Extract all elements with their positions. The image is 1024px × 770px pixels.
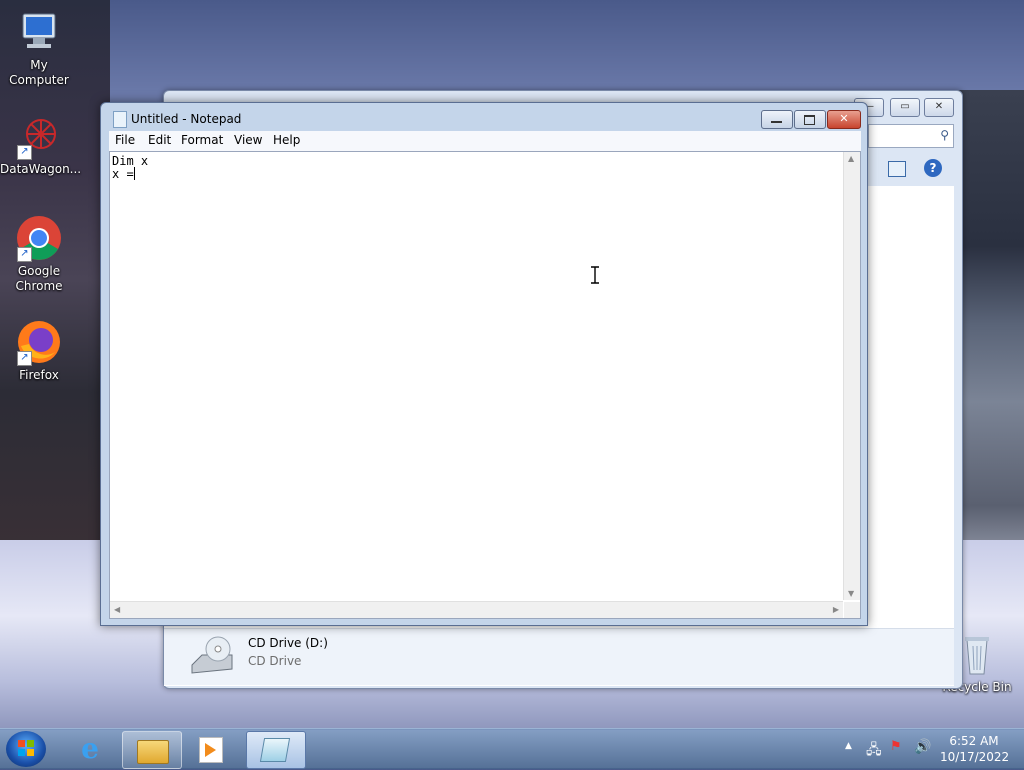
chrome-icon: ↗ — [15, 214, 63, 262]
vertical-scrollbar[interactable]: ▲ ▼ — [843, 152, 860, 600]
scroll-up-arrow-icon[interactable]: ▲ — [848, 154, 854, 163]
taskbar-notepad[interactable] — [246, 731, 306, 769]
folder-icon — [137, 740, 169, 764]
action-center-icon[interactable]: ⚑ — [890, 739, 902, 754]
desktop-icon-google-chrome[interactable]: ↗ Google Chrome — [0, 214, 78, 294]
close-icon: ✕ — [839, 112, 849, 125]
cd-drive-item[interactable]: CD Drive (D:) CD Drive — [164, 628, 954, 685]
preview-pane-icon[interactable] — [888, 161, 906, 177]
minimize-button[interactable] — [761, 110, 793, 129]
datawagon-icon: ↗ — [15, 112, 63, 160]
desktop-icon-label: Firefox — [19, 368, 59, 382]
notepad-window[interactable]: Untitled - Notepad ✕ File Edit Format Vi… — [100, 102, 868, 626]
taskbar-internet-explorer[interactable]: e — [62, 731, 120, 767]
start-button[interactable] — [6, 731, 46, 767]
menu-view[interactable]: View — [234, 133, 262, 147]
horizontal-scrollbar[interactable]: ◀ ▶ — [110, 601, 843, 618]
notepad-icon — [113, 111, 127, 128]
taskbar: e ▲ 🖧 ⚑ 🔊 6:52 AM 10/17/2022 — [0, 728, 1024, 769]
search-input[interactable]: ⚲ — [868, 124, 954, 148]
notepad-taskbar-icon — [259, 738, 291, 762]
scroll-down-arrow-icon[interactable]: ▼ — [848, 589, 854, 598]
desktop-icon-label: My Computer — [9, 58, 69, 87]
clock-time: 6:52 AM — [949, 734, 999, 748]
network-icon[interactable]: 🖧 — [866, 739, 882, 763]
desktop-icon-my-computer[interactable]: My Computer — [0, 8, 78, 88]
editor-line-with-caret: x = — [112, 167, 135, 181]
scroll-left-arrow-icon[interactable]: ◀ — [114, 605, 120, 614]
size-grip[interactable] — [844, 602, 860, 618]
close-button[interactable]: ✕ — [827, 110, 861, 129]
ibeam-cursor-icon — [590, 266, 600, 284]
editor-line: Dim x — [112, 154, 149, 168]
volume-icon[interactable]: 🔊 — [914, 739, 931, 755]
media-player-icon — [199, 737, 223, 763]
taskbar-media-player[interactable] — [182, 731, 240, 767]
firefox-icon: ↗ — [15, 318, 63, 366]
cd-drive-type: CD Drive — [248, 654, 302, 668]
text-caret — [133, 167, 135, 180]
show-hidden-icons-icon[interactable]: ▲ — [845, 741, 852, 751]
menu-bar: File Edit Format View Help — [109, 131, 861, 151]
shortcut-arrow-icon: ↗ — [17, 145, 32, 160]
cd-drive-name: CD Drive (D:) — [248, 636, 328, 650]
menu-format[interactable]: Format — [181, 133, 223, 147]
scroll-right-arrow-icon[interactable]: ▶ — [833, 605, 839, 614]
menu-edit[interactable]: Edit — [148, 133, 171, 147]
shortcut-arrow-icon: ↗ — [17, 247, 32, 262]
desktop-icon-datawagon[interactable]: ↗ DataWagon... — [0, 112, 82, 177]
menu-file[interactable]: File — [115, 133, 135, 147]
text-editor[interactable]: Dim x x = ▲ ▼ ◀ ▶ — [109, 151, 861, 619]
computer-icon — [15, 8, 63, 56]
maximize-button[interactable]: ▭ — [890, 98, 920, 117]
desktop-icon-label: Google Chrome — [15, 264, 63, 293]
help-icon[interactable]: ? — [924, 159, 942, 177]
close-button[interactable]: ✕ — [924, 98, 954, 117]
window-title: Untitled - Notepad — [131, 112, 242, 126]
editor-line: x = — [112, 167, 134, 181]
clock[interactable]: 6:52 AM 10/17/2022 — [940, 733, 1010, 765]
desktop-icon-firefox[interactable]: ↗ Firefox — [0, 318, 78, 383]
clock-date: 10/17/2022 — [940, 750, 1010, 764]
internet-explorer-icon: e — [81, 732, 99, 765]
search-icon: ⚲ — [940, 128, 949, 142]
shortcut-arrow-icon: ↗ — [17, 351, 32, 366]
windows-logo-icon — [18, 740, 34, 756]
menu-help[interactable]: Help — [273, 133, 300, 147]
wallpaper-mountain-right — [954, 90, 1024, 610]
desktop-icon-label: DataWagon... — [0, 162, 82, 176]
cd-drive-icon — [188, 635, 236, 682]
taskbar-file-explorer[interactable] — [122, 731, 182, 769]
maximize-button[interactable] — [794, 110, 826, 129]
